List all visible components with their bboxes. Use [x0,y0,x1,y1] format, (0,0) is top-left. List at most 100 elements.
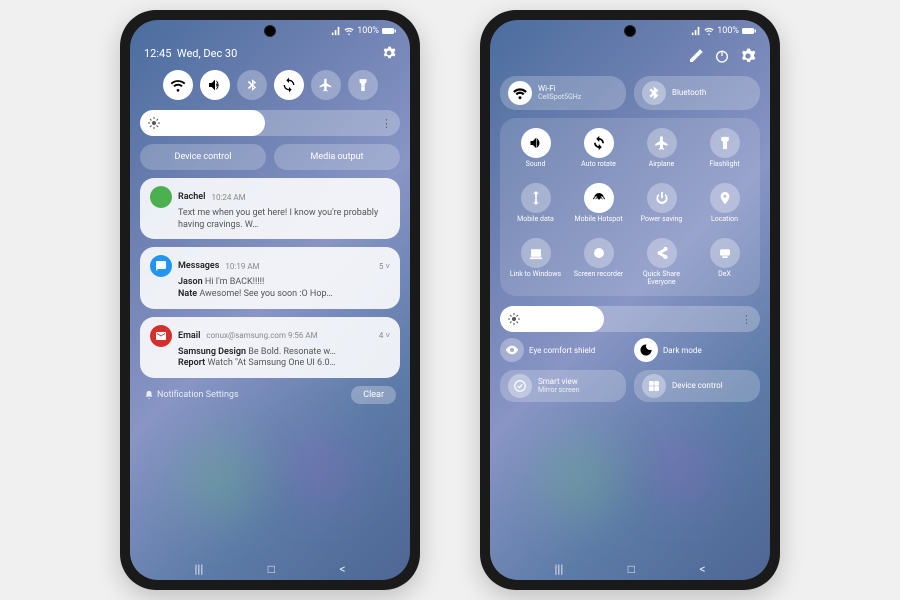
wifi-icon [170,77,186,93]
chips-row: Device control Media output [140,144,400,170]
quick-toggles [140,70,400,100]
messages-icon [150,255,172,277]
power-icon [655,191,669,205]
nav-bar: ||| □ < [490,562,770,576]
share-icon [655,246,669,260]
recents-button[interactable]: ||| [194,562,203,576]
toggle-power saving[interactable]: Power saving [632,183,691,230]
toggle-link to windows[interactable]: Link to Windows [506,238,565,286]
datetime-row: 12:45 Wed, Dec 30 [140,42,400,64]
signal-icon [691,26,701,36]
notification-settings-link[interactable]: Notification Settings [144,390,239,400]
toggle-flashlight[interactable]: Flashlight [695,128,754,175]
toggle-flashlight[interactable] [348,70,378,100]
wifi-icon [513,86,527,100]
avatar [150,186,172,208]
brightness-icon [148,117,160,129]
toggle-mobile data[interactable]: Mobile data [506,183,565,230]
display-modes: Eye comfort shield Dark mode [500,338,760,362]
signal-icon [331,26,341,36]
flash-icon [718,136,732,150]
bell-icon [144,390,154,400]
toggle-eye comfort shield[interactable]: Eye comfort shield [500,338,626,362]
clear-button[interactable]: Clear [351,386,396,404]
data-icon [529,191,543,205]
toggle-dark mode[interactable]: Dark mode [634,338,760,362]
eye-icon [505,343,519,357]
quick-settings-grid: Sound Auto rotate Airplane Flashlight Mo… [500,118,760,296]
toggle-mobile hotspot[interactable]: Mobile Hotspot [569,183,628,230]
status-bar: 100% [691,26,756,36]
loc-icon [718,191,732,205]
link-icon [529,246,543,260]
slider-menu-icon[interactable]: ⋮ [741,313,752,326]
date: Wed, Dec 30 [177,47,237,60]
battery-text: 100% [717,26,739,36]
toggle-wifi[interactable] [163,70,193,100]
brightness-slider[interactable]: ⋮ [500,306,760,332]
toggle-device control[interactable]: Device control [634,370,760,402]
sound-icon [529,136,543,150]
toggle-bluetooth[interactable] [237,70,267,100]
settings-icon[interactable] [740,48,756,64]
grid-icon [647,379,661,393]
dark-icon [639,343,653,357]
battery-text: 100% [357,26,379,36]
dex-icon [718,246,732,260]
expanded-toggles: Wi-FiCellSpot5GHz Bluetooth [500,76,760,110]
toggle-dex[interactable]: DeX [695,238,754,286]
screen-notifications: 100% 12:45 Wed, Dec 30 ⋮ Device control … [130,20,410,580]
bottom-toggles: Smart viewMirror screen Device control [500,370,760,402]
time: 12:45 [144,47,171,60]
notification-card[interactable]: Messages 10:19 AM 5 ˅ Jason Hi I'm BACK!… [140,247,400,308]
status-bar: 100% [331,26,396,36]
sound-icon [207,77,223,93]
chip-media-output[interactable]: Media output [274,144,400,170]
rec-icon [592,246,606,260]
wifi-icon [344,26,354,36]
brightness-icon [508,313,520,325]
bt-icon [647,86,661,100]
toggle-auto rotate[interactable]: Auto rotate [569,128,628,175]
flashlight-icon [356,78,370,92]
phone-right: 100% Wi-FiCellSpot5GHz Bluetooth Sound A… [480,10,780,590]
hotspot-icon [592,191,606,205]
toggle-airplane[interactable]: Airplane [632,128,691,175]
recents-button[interactable]: ||| [554,562,563,576]
email-icon [150,325,172,347]
battery-icon [742,26,756,36]
home-button[interactable]: □ [628,562,635,576]
toggle-rotate[interactable] [274,70,304,100]
toggle-location[interactable]: Location [695,183,754,230]
camera-cutout [264,25,276,37]
home-button[interactable]: □ [268,562,275,576]
toggle-screen recorder[interactable]: Screen recorder [569,238,628,286]
chip-device-control[interactable]: Device control [140,144,266,170]
smart-icon [513,379,527,393]
airplane-icon [319,78,333,92]
header-actions [500,42,760,70]
bluetooth-icon [245,78,259,92]
back-button[interactable]: < [339,562,345,576]
slider-menu-icon[interactable]: ⋮ [381,117,392,130]
notification-card[interactable]: Rachel 10:24 AM Text me when you get her… [140,178,400,239]
notification-card[interactable]: Email conux@samsung.com 9:56 AM 4 ˅ Sams… [140,317,400,378]
camera-cutout [624,25,636,37]
battery-icon [382,26,396,36]
back-button[interactable]: < [699,562,705,576]
screen-quicksettings: 100% Wi-FiCellSpot5GHz Bluetooth Sound A… [490,20,770,580]
toggle-quick share everyone[interactable]: Quick Share Everyone [632,238,691,286]
toggle-bluetooth[interactable]: Bluetooth [634,76,760,110]
toggle-sound[interactable]: Sound [506,128,565,175]
plane-icon [655,136,669,150]
toggle-smart view[interactable]: Smart viewMirror screen [500,370,626,402]
toggle-airplane[interactable] [311,70,341,100]
power-icon[interactable] [714,48,730,64]
toggle-wi-fi[interactable]: Wi-FiCellSpot5GHz [500,76,626,110]
toggle-sound[interactable] [200,70,230,100]
edit-icon[interactable] [688,48,704,64]
rotate-icon [281,77,297,93]
brightness-slider[interactable]: ⋮ [140,110,400,136]
settings-icon[interactable] [382,46,396,60]
wifi-icon [704,26,714,36]
